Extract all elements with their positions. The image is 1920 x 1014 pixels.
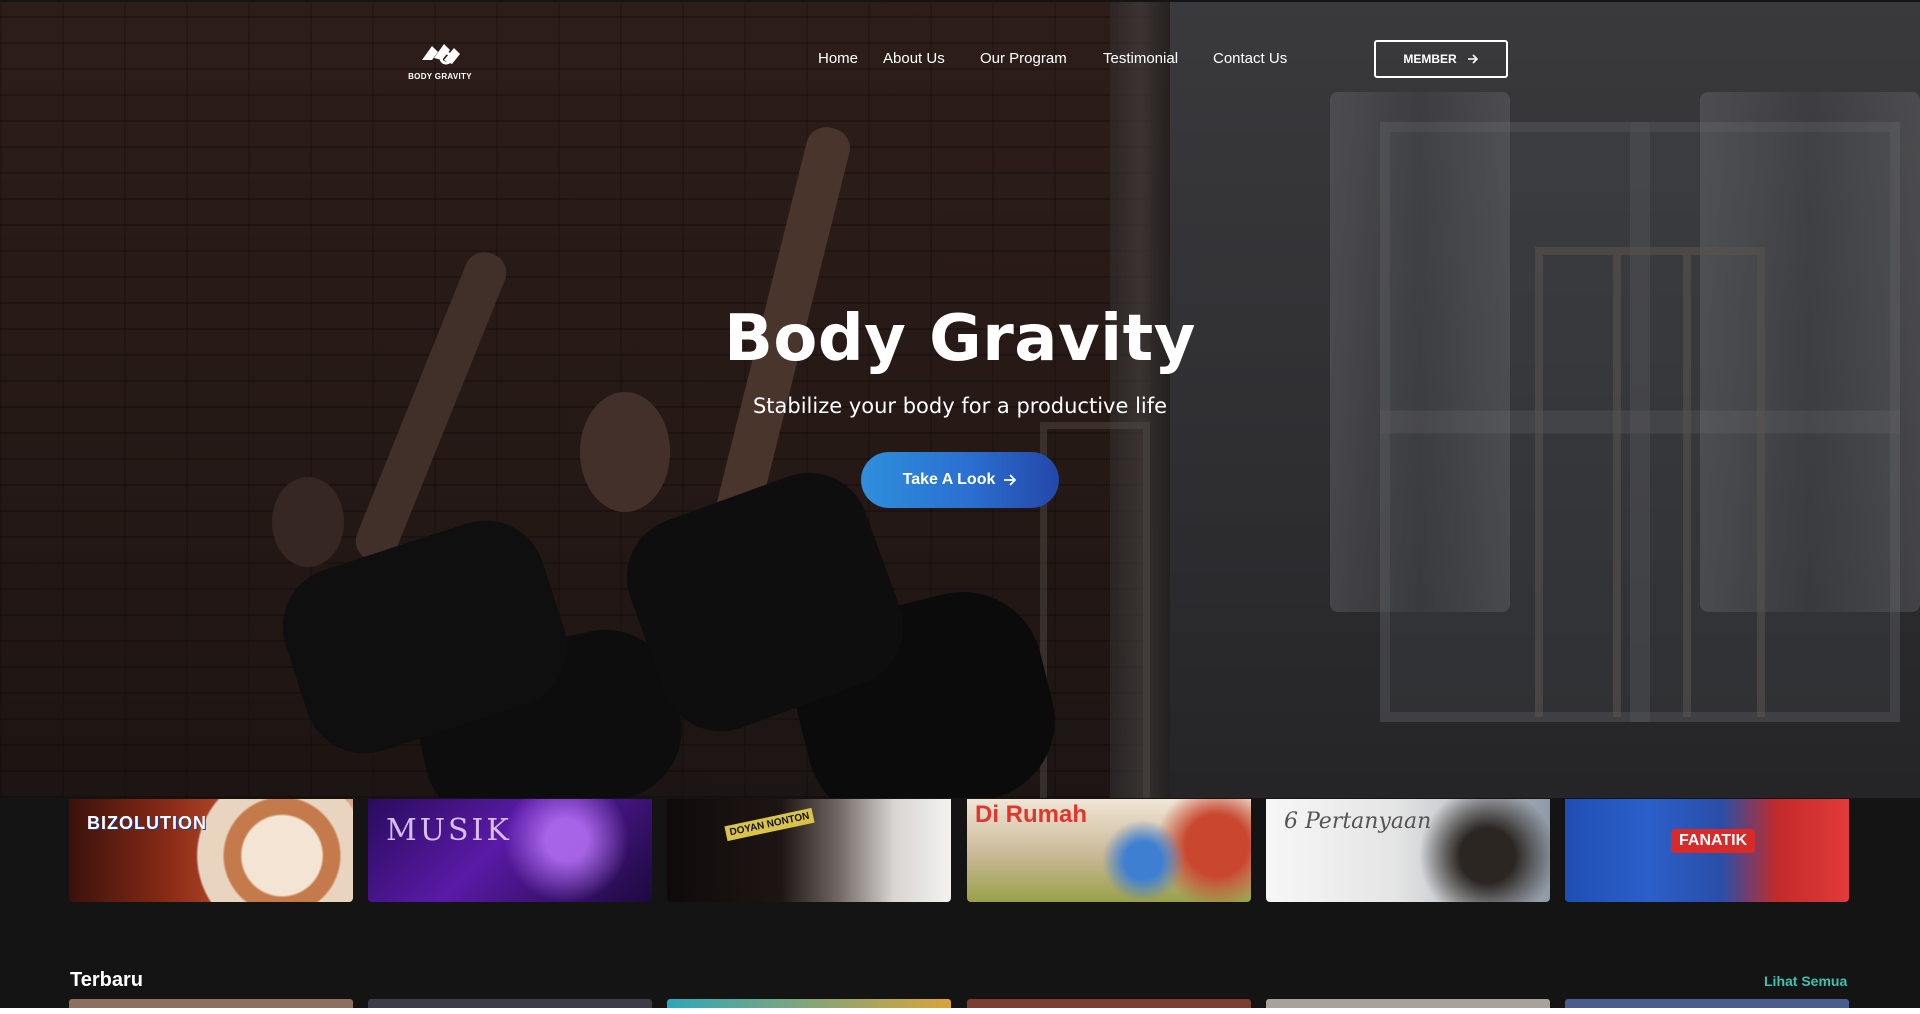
nav-our-program[interactable]: Our Program: [980, 50, 1067, 67]
latest-row: [69, 999, 1851, 1008]
nav-testimonial[interactable]: Testimonial: [1103, 50, 1178, 67]
member-button-label: MEMBER: [1403, 52, 1457, 66]
body-gravity-logo-icon: [422, 44, 460, 65]
arrow-right-icon: [1004, 474, 1017, 486]
nav-contact-us[interactable]: Contact Us: [1213, 50, 1287, 67]
hero-section: BODY GRAVITY Home About Us Our Program T…: [0, 2, 1920, 798]
take-a-look-button[interactable]: Take A Look: [861, 452, 1059, 508]
member-button[interactable]: MEMBER: [1374, 40, 1508, 78]
carousel-item-label: BIZOLUTION: [87, 813, 207, 833]
latest-item[interactable]: [69, 999, 353, 1008]
see-all-link[interactable]: Lihat Semua: [1764, 973, 1847, 989]
carousel-item[interactable]: Di Rumah: [967, 799, 1251, 902]
carousel-item[interactable]: FANATIK: [1565, 799, 1849, 902]
carousel-item-label: FANATIK: [1671, 829, 1756, 853]
latest-item[interactable]: [1565, 999, 1849, 1008]
latest-item[interactable]: [368, 999, 652, 1008]
take-a-look-label: Take A Look: [902, 471, 996, 488]
brand-name: BODY GRAVITY: [408, 72, 472, 81]
latest-item[interactable]: [667, 999, 951, 1008]
carousel-item-label: 6 Pertanyaan: [1284, 809, 1432, 834]
program-carousel: BIZOLUTION MUSIK DOYAN NONTON Di Rumah 6…: [69, 799, 1851, 902]
nav-about-us[interactable]: About Us: [883, 50, 945, 67]
carousel-item[interactable]: DOYAN NONTON: [667, 799, 951, 902]
section-title: Terbaru: [70, 969, 143, 991]
carousel-item-label: MUSIK: [386, 813, 512, 848]
carousel-item[interactable]: MUSIK: [368, 799, 652, 902]
page: BODY GRAVITY Home About Us Our Program T…: [0, 0, 1920, 1014]
carousel-item[interactable]: 6 Pertanyaan: [1266, 799, 1550, 902]
carousel-item-label: Di Rumah: [975, 801, 1088, 828]
hero-subtitle: Stabilize your body for a productive lif…: [752, 394, 1168, 418]
hero-title: Body Gravity: [724, 302, 1196, 376]
latest-item[interactable]: [967, 999, 1251, 1008]
arrow-right-icon: [1467, 54, 1478, 64]
latest-item[interactable]: [1266, 999, 1550, 1008]
carousel-item-label: DOYAN NONTON: [724, 807, 815, 842]
nav-home[interactable]: Home: [818, 50, 858, 67]
brand-logo[interactable]: BODY GRAVITY: [400, 38, 480, 84]
carousel-item[interactable]: BIZOLUTION: [69, 799, 353, 902]
